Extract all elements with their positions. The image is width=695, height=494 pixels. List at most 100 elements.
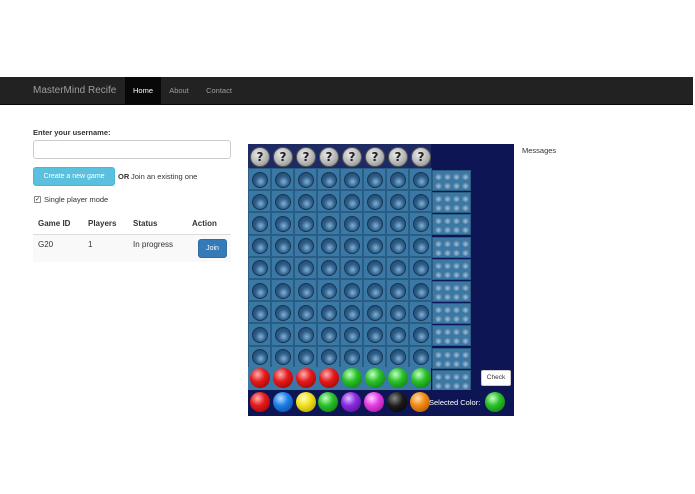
hidden-code-peg: ? [342, 147, 362, 167]
single-player-checkbox[interactable]: ✓ [34, 196, 41, 203]
empty-hole [275, 171, 291, 188]
feedback-peg [435, 182, 442, 189]
guess-ball-red[interactable] [273, 368, 293, 388]
palette-ball-black[interactable] [386, 392, 407, 412]
empty-hole [321, 304, 337, 321]
username-label: Enter your username: [33, 128, 111, 137]
palette-ball-blue[interactable] [272, 392, 293, 412]
board-hole [386, 323, 409, 346]
empty-hole [344, 193, 360, 210]
empty-hole [298, 282, 314, 299]
cell-game-id: G20 [38, 240, 54, 249]
feedback-peg [462, 239, 469, 247]
feedback-peg [462, 270, 469, 278]
feedback-peg [453, 239, 460, 247]
empty-hole [413, 260, 429, 277]
feedback-peg [435, 306, 442, 314]
feedback-peg [462, 195, 469, 203]
board-hole [271, 212, 294, 235]
empty-hole [367, 304, 383, 321]
th-players: Players [88, 219, 117, 228]
empty-hole [275, 326, 291, 343]
empty-hole [390, 349, 406, 366]
board-hole [294, 234, 317, 257]
board-hole [409, 168, 432, 191]
empty-hole [298, 193, 314, 210]
empty-hole [344, 260, 360, 277]
nav-contact[interactable]: Contact [200, 77, 238, 105]
guess-ball-red[interactable] [296, 368, 316, 388]
empty-hole [390, 282, 406, 299]
board-hole [271, 168, 294, 191]
feedback-block [432, 236, 471, 258]
board-hole [340, 234, 363, 257]
board-hole [317, 323, 340, 346]
feedback-peg [453, 350, 460, 358]
empty-hole [390, 304, 406, 321]
guess-ball-green[interactable] [411, 368, 431, 388]
feedback-peg [444, 182, 451, 189]
feedback-block [432, 325, 471, 347]
guess-ball-green[interactable] [342, 368, 362, 388]
empty-hole [298, 238, 314, 255]
create-game-button[interactable]: Create a new game [33, 167, 115, 186]
board-hole [386, 234, 409, 257]
guess-ball-green[interactable] [365, 368, 385, 388]
board-hole [271, 301, 294, 324]
board-hole [271, 345, 294, 368]
empty-hole [367, 193, 383, 210]
navbar-brand[interactable]: MasterMind Recife [33, 77, 116, 105]
empty-hole [321, 193, 337, 210]
feedback-peg [444, 350, 451, 358]
check-button[interactable]: Check [481, 370, 511, 386]
board-hole [294, 323, 317, 346]
board-hole [294, 190, 317, 213]
guess-ball-red[interactable] [319, 368, 339, 388]
palette-ball-pink[interactable] [364, 392, 384, 412]
feedback-peg [453, 261, 460, 269]
join-button[interactable]: Join [198, 239, 227, 258]
board-hole [294, 345, 317, 368]
empty-hole [252, 193, 268, 210]
board-hole [363, 234, 386, 257]
board-hole [271, 256, 294, 279]
board-hole [363, 168, 386, 191]
board-hole [317, 212, 340, 235]
feedback-peg [435, 270, 442, 278]
board-hole [248, 168, 271, 191]
empty-hole [321, 282, 337, 299]
empty-hole [252, 171, 268, 188]
feedback-peg [462, 350, 469, 358]
empty-hole [413, 238, 429, 255]
palette-ball-orange[interactable] [409, 392, 430, 412]
th-game-id: Game ID [38, 219, 71, 228]
feedback-peg [462, 284, 469, 291]
feedback-peg [435, 261, 442, 269]
board-hole [248, 190, 271, 213]
feedback-peg [462, 182, 469, 189]
empty-hole [252, 238, 268, 255]
feedback-peg [444, 381, 451, 389]
empty-hole [275, 349, 291, 366]
nav-about[interactable]: About [163, 77, 195, 105]
board-hole [409, 234, 432, 257]
feedback-peg [435, 248, 442, 256]
single-player-label: Single player mode [44, 195, 109, 204]
username-input[interactable] [33, 140, 231, 159]
nav-home[interactable]: Home [125, 77, 161, 105]
empty-hole [298, 260, 314, 277]
empty-hole [390, 215, 406, 232]
hidden-code-peg: ? [250, 147, 270, 167]
hidden-code-peg: ? [273, 147, 293, 167]
guess-ball-red[interactable] [250, 368, 270, 388]
board-hole [271, 190, 294, 213]
empty-hole [413, 193, 429, 210]
guess-ball-green[interactable] [388, 368, 408, 388]
join-existing-text: Join an existing one [131, 172, 198, 181]
palette-ball-yellow[interactable] [295, 392, 316, 412]
feedback-peg [453, 359, 460, 367]
empty-hole [298, 349, 314, 366]
board-hole [409, 279, 432, 302]
empty-hole [344, 171, 360, 188]
palette-ball-red[interactable] [250, 392, 270, 412]
